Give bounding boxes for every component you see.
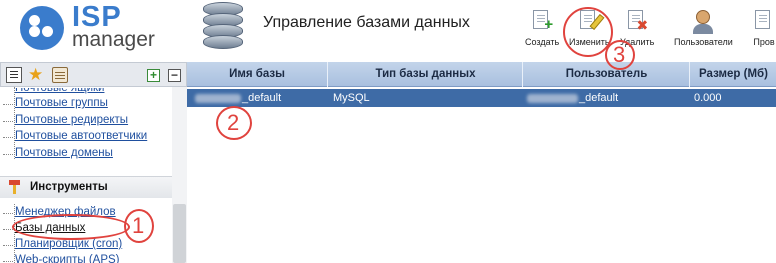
expand-all-icon[interactable]: + [147, 69, 160, 82]
create-label: Создать [525, 37, 560, 47]
more-icon [753, 10, 775, 34]
column-db-name[interactable]: Имя базы [187, 62, 328, 87]
redacted-prefix [527, 93, 578, 103]
cell-db-type: MySQL [333, 92, 370, 104]
users-button[interactable]: Пользователи [674, 10, 733, 47]
create-icon: + [531, 10, 553, 34]
database-icon [203, 2, 243, 50]
sidebar-item-mail-redirects[interactable]: Почтовые редиректы [2, 114, 128, 126]
calendar-icon[interactable] [52, 67, 68, 83]
callout-number-1: 1 [132, 213, 145, 238]
more-label: Пров [753, 37, 775, 47]
column-size[interactable]: Размер (Мб) [691, 62, 776, 87]
cell-size: 0.000 [694, 92, 722, 104]
delete-icon: ✖ [626, 10, 648, 34]
list-view-icon[interactable] [6, 67, 22, 83]
create-button[interactable]: + Создать [525, 10, 559, 47]
header: ISP manager Управление базами данных + С… [0, 0, 776, 62]
table-header: Имя базы Тип базы данных Пользователь Ра… [187, 62, 776, 87]
callout-number-2: 2 [227, 110, 240, 135]
isp-manager-logo[interactable]: ISP manager [20, 1, 160, 52]
tools-icon [8, 180, 22, 194]
column-user[interactable]: Пользователь [524, 62, 690, 87]
callout-ring-1 [12, 214, 130, 240]
sidebar-item-mail-groups[interactable]: Почтовые группы [3, 97, 108, 109]
sidebar-item-mail-domains[interactable]: Почтовые домены [3, 147, 113, 159]
users-label: Пользователи [674, 37, 733, 47]
sidebar-scrollbar-thumb[interactable] [173, 204, 186, 263]
logo-icon [20, 6, 64, 50]
callout-number-3: 3 [613, 42, 626, 67]
collapse-all-icon[interactable]: − [168, 69, 181, 82]
logo-text-bottom: manager [72, 28, 155, 51]
sidebar-group-tools[interactable]: Инструменты [0, 176, 172, 198]
column-db-type[interactable]: Тип базы данных [329, 62, 523, 87]
sidebar-item-web-scripts[interactable]: Web-скрипты (APS) [3, 254, 120, 263]
star-icon[interactable]: ★ [28, 66, 44, 83]
cell-db-name: _default [195, 89, 281, 107]
cell-user: _default [527, 89, 618, 107]
redacted-prefix [195, 93, 241, 103]
users-icon [692, 10, 714, 34]
more-button[interactable]: Пров [753, 10, 775, 47]
sidebar-group-tools-label: Инструменты [30, 181, 108, 193]
table-row[interactable]: _default MySQL _default 0.000 [187, 89, 776, 107]
page-title: Управление базами данных [263, 14, 470, 31]
sidebar-item-autoresponders[interactable]: Почтовые автоответчики [2, 130, 147, 142]
sidebar-toolbar: ★ + − [0, 62, 187, 87]
